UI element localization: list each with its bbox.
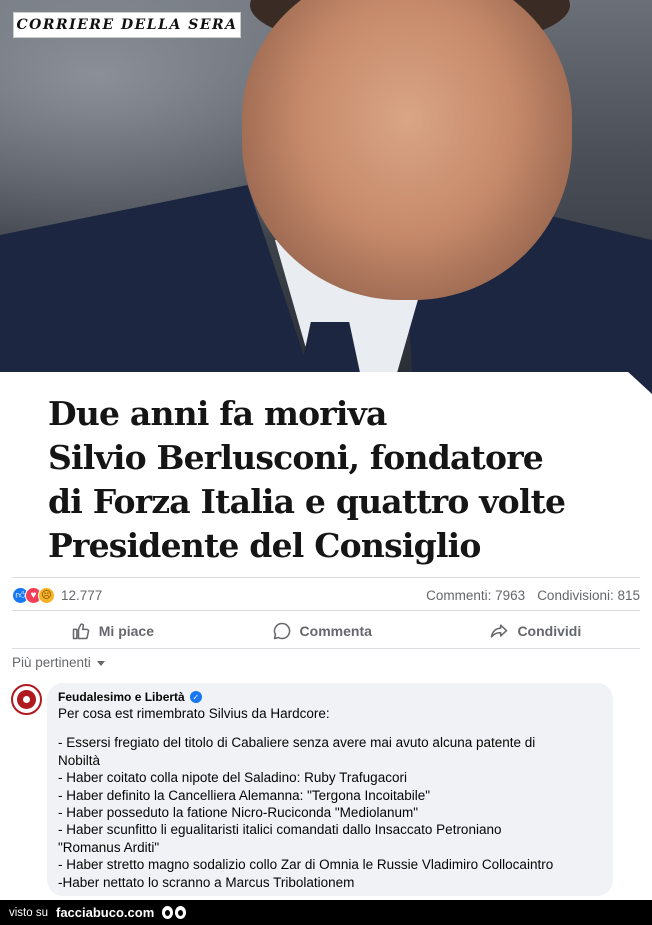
divider — [12, 648, 640, 649]
comment-line: - Haber coitato colla nipote del Saladin… — [58, 770, 407, 786]
share-button[interactable]: Condividi — [489, 621, 581, 641]
comment-filter-label: Più pertinenti — [12, 655, 91, 670]
comment-text: Per cosa est rimembrato Silvius da Hardc… — [58, 705, 602, 891]
divider — [12, 577, 640, 578]
comment-line: "Romanus Arditi" — [58, 839, 160, 855]
comment-author[interactable]: Feudalesimo e Libertà ✓ — [58, 690, 602, 704]
comment-label: Commenta — [299, 623, 372, 639]
chevron-down-icon — [96, 661, 105, 666]
headline-line: Presidente del Consiglio — [48, 526, 481, 565]
watermark-footer: visto su facciabuco.com — [0, 900, 652, 925]
comment-bubble: Feudalesimo e Libertà ✓ Per cosa est rim… — [47, 683, 613, 896]
newspaper-logo: CORRIERE DELLA SERA — [13, 12, 241, 38]
comment-line: - Haber posseduto la fatione Nicro-Rucic… — [58, 805, 419, 821]
comment-line: Nobiltà — [58, 752, 101, 768]
headline-line: Silvio Berlusconi, fondatore — [48, 438, 544, 477]
post-stats: 👍︎ ♥ ☹ 12.777 Commenti: 7963 Condivision… — [12, 583, 640, 607]
headline: Due anni fa moriva Silvio Berlusconi, fo… — [48, 392, 608, 568]
comment-filter-dropdown[interactable]: Più pertinenti — [12, 655, 105, 670]
news-photo: CORRIERE DELLA SERA — [0, 0, 652, 372]
corner-fold — [626, 370, 652, 394]
comment-line: - Haber stretto magno sodalizio collo Za… — [58, 857, 554, 873]
eyes-icon — [162, 906, 187, 919]
reaction-count[interactable]: 12.777 — [61, 588, 102, 603]
share-label: Condividi — [517, 623, 582, 639]
shares-count[interactable]: Condivisioni: 815 — [537, 588, 640, 603]
reactions-summary[interactable]: 👍︎ ♥ ☹ 12.777 — [12, 586, 102, 604]
comment-line: - Haber scunfitto li egualitaristi itali… — [58, 822, 502, 838]
share-icon — [491, 624, 508, 638]
verified-badge-icon: ✓ — [189, 691, 202, 703]
comment-line: -Haber nettato lo scranno a Marcus Tribo… — [58, 874, 355, 890]
like-label: Mi piace — [98, 623, 155, 639]
comment-intro: Per cosa est rimembrato Silvius da Hardc… — [58, 706, 330, 721]
watermark-site: facciabuco.com — [56, 905, 155, 920]
comment-button[interactable]: Commenta — [272, 621, 372, 641]
comments-count[interactable]: Commenti: 7963 — [426, 588, 525, 603]
comment-icon — [273, 622, 290, 640]
post-actions: Mi piace Commenta Condividi — [12, 616, 640, 646]
watermark-prefix: visto su — [9, 906, 48, 919]
comment-line: - Haber definito la Cancelliera Alemanna… — [58, 787, 431, 803]
divider — [12, 610, 640, 611]
thumbs-up-icon — [72, 623, 90, 640]
headline-line: Due anni fa moriva — [48, 394, 387, 433]
newspaper-logo-text: CORRIERE DELLA SERA — [16, 17, 238, 33]
headline-line: di Forza Italia e quattro volte — [48, 482, 566, 521]
like-button[interactable]: Mi piace — [71, 621, 154, 641]
comment-author-name[interactable]: Feudalesimo e Libertà — [58, 690, 185, 704]
avatar[interactable] — [11, 684, 42, 715]
comment-line: - Essersi fregiato del titolo di Cabalie… — [58, 735, 536, 751]
sad-icon: ☹ — [38, 586, 55, 604]
